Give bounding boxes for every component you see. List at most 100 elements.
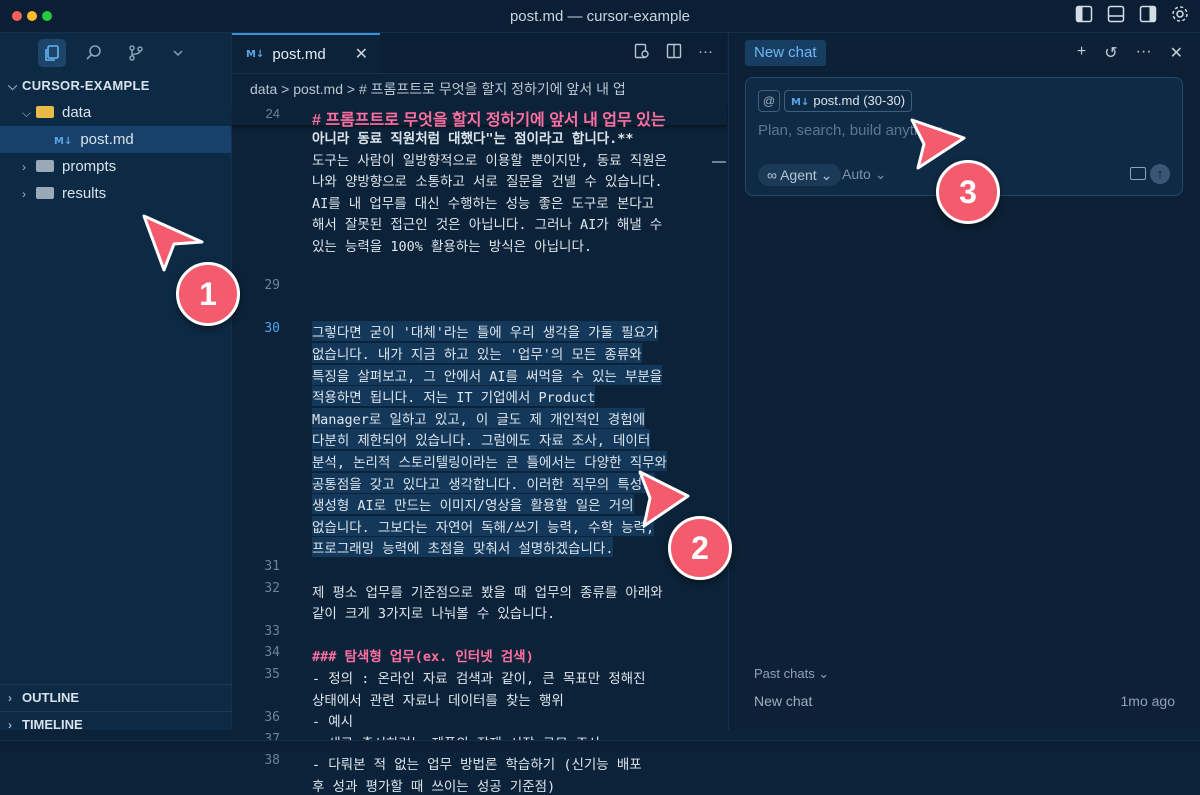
tab-label: post.md	[272, 45, 326, 63]
more-actions-icon[interactable]: ···	[698, 43, 713, 63]
line-number: 36	[264, 710, 280, 726]
annotation-marker-3: 3	[936, 160, 1000, 224]
tree-file-post-md[interactable]: M↓ post.md	[0, 126, 231, 153]
sticky-heading: # 프롬프트로 무엇을 할지 정하기에 앞서 내 업무 있는	[312, 112, 666, 129]
code-line-text: - 다뤄본 적 없는 업무 방법론 학습하기 (신기능 배포	[312, 757, 642, 774]
line-number: 31	[264, 559, 280, 574]
outline-label: OUTLINE	[22, 690, 80, 705]
tree-folder-results[interactable]: › results	[0, 180, 231, 207]
sticky-header: 24 # 프롬프트로 무엇을 할지 정하기에 앞서 내 업무 있는	[232, 103, 727, 129]
code-line-text: 도구는 사람이 일방향적으로 이용할 뿐이지만, 동료 직원은	[312, 152, 667, 169]
code-line-text: AI를 내 업무를 대신 수행하는 성능 좋은 도구로 본다고	[312, 195, 655, 212]
past-chat-title: New chat	[754, 693, 813, 709]
split-editor-icon[interactable]	[666, 43, 682, 63]
line-number: 33	[264, 623, 280, 639]
chevron-right-icon: ›	[22, 187, 26, 201]
code-line-text: 없습니다. 그보다는 자연어 독해/쓰기 능력, 수학 능력,	[312, 515, 655, 536]
open-folder-icon	[36, 106, 54, 118]
chevron-down-icon: ⌵	[8, 79, 18, 93]
code-line-text: 그렇다면 굳이 '대체'라는 틀에 우리 생각을 가둘 필요가	[312, 321, 659, 342]
context-file-pill[interactable]: M↓ post.md (30-30)	[784, 90, 913, 112]
close-panel-icon[interactable]: ✕	[1170, 43, 1183, 63]
code-line-text: 상태에서 관련 자료나 데이터를 찾는 행위	[312, 692, 564, 709]
close-tab-icon[interactable]: ✕	[355, 44, 368, 64]
editor-pane: M↓ post.md ✕ ··· data > post.md > # 프롬프트…	[232, 33, 727, 795]
timeline-section-header[interactable]: › TIMELINE	[0, 711, 239, 738]
annotation-marker-1: 1	[176, 262, 240, 326]
workspace-title: CURSOR-EXAMPLE	[22, 78, 150, 93]
code-line-text: 후 성과 평가할 때 쓰이는 성공 기준점)	[312, 779, 556, 795]
annotation-marker-2: 2	[668, 516, 732, 580]
add-chat-icon[interactable]: +	[1077, 43, 1086, 63]
breadcrumb[interactable]: data > post.md > # 프롬프트로 무엇을 할지 정하기에 앞서 …	[232, 74, 727, 104]
tree-item-label: results	[62, 185, 107, 202]
tree-item-label: data	[62, 104, 92, 121]
workspace-section-header[interactable]: ⌵ CURSOR-EXAMPLE	[0, 73, 231, 99]
markdown-file-icon: M↓	[246, 48, 265, 60]
tree-folder-prompts[interactable]: › prompts	[0, 153, 231, 180]
window-title: post.md — cursor-example	[509, 8, 691, 25]
timeline-label: TIMELINE	[22, 717, 83, 732]
code-line-text: 특징을 살펴보고, 그 안에서 AI를 써먹을 수 있는 부분을	[312, 364, 663, 385]
code-line-text: Manager로 일하고 있고, 이 글도 제 개인적인 경험에	[312, 407, 646, 428]
line-number: 24	[265, 106, 280, 121]
toggle-sidebar-icon[interactable]	[1074, 5, 1094, 25]
outline-section-header[interactable]: › OUTLINE	[0, 684, 239, 711]
tree-item-label: prompts	[62, 158, 117, 175]
code-line-text: 있는 능력을 100% 활용하는 방식은 아닙니다.	[312, 239, 592, 255]
code-line-text: 해서 잘못된 접근인 것은 아닙니다. 그러나 AI가 해낼 수	[312, 217, 663, 234]
code-line-text: 분석, 논리적 스토리텔링이라는 큰 틀에서는 다양한 직무와	[312, 451, 667, 471]
code-line-text: 공통점을 갖고 있다고 생각합니다. 이러한 직무의 특성상	[312, 472, 655, 493]
toggle-secondary-sidebar-icon[interactable]	[1138, 5, 1158, 25]
line-number: 32	[264, 580, 280, 596]
source-control-icon[interactable]	[122, 39, 150, 67]
model-selector[interactable]: Auto ⌄	[842, 166, 886, 183]
tab-new-chat[interactable]: New chat	[745, 40, 826, 66]
code-line-text: 같이 크게 3가지로 나눠볼 수 있습니다.	[312, 606, 556, 623]
code-line-text: 다분히 제한되어 있습니다. 그럼에도 자료 조사, 데이터	[312, 429, 651, 450]
code-line-text: 아니라 동료 직원처럼 대했다"는 점이라고 합니다.**	[312, 131, 634, 147]
agent-mode-selector[interactable]: ∞ Agent ⌄	[758, 164, 842, 186]
settings-gear-icon[interactable]	[1170, 5, 1190, 25]
chevron-down-icon: ⌵	[22, 106, 32, 120]
markdown-file-icon: M↓	[791, 97, 810, 108]
minimap-indicator	[712, 161, 726, 163]
tab-post-md[interactable]: M↓ post.md ✕	[232, 33, 380, 73]
code-line-text: ### 탐색형 업무(ex. 인터넷 검색)	[312, 649, 534, 666]
chevron-right-icon: ›	[22, 160, 26, 174]
line-number: 38	[264, 753, 280, 769]
search-icon[interactable]	[80, 39, 108, 67]
open-preview-icon[interactable]	[634, 43, 650, 63]
history-icon[interactable]: ↺	[1104, 43, 1117, 63]
tree-item-label: post.md	[80, 131, 134, 148]
past-chat-item[interactable]: New chat 1mo ago	[754, 693, 1175, 709]
code-line-text: 나와 양방향으로 소통하고 서로 질문을 건넬 수 있습니다.	[312, 174, 663, 191]
tree-folder-data[interactable]: ⌵ data	[0, 99, 231, 126]
chevron-down-icon[interactable]	[164, 39, 192, 67]
line-number: 34	[264, 645, 280, 661]
past-chat-time: 1mo ago	[1120, 693, 1175, 709]
editor-tab-bar: M↓ post.md ✕ ···	[232, 33, 727, 74]
toggle-panel-icon[interactable]	[1106, 5, 1126, 25]
code-line-text: 생성형 AI로 만드는 이미지/영상을 활용할 일은 거의	[312, 494, 634, 515]
line-number: 35	[264, 667, 280, 682]
code-line-text: - 예시	[312, 714, 354, 731]
add-context-button[interactable]: @	[758, 90, 780, 112]
folder-icon	[36, 160, 54, 172]
code-line-text: - 정의 : 온라인 자료 검색과 같이, 큰 목표만 정해진	[312, 671, 646, 687]
code-line-text: 적용하면 됩니다. 저는 IT 기업에서 Product	[312, 386, 596, 407]
explorer-icon[interactable]	[38, 39, 66, 67]
code-line-text: 없습니다. 내가 지금 하고 있는 '업무'의 모든 종류와	[312, 343, 642, 363]
folder-icon	[36, 187, 54, 199]
past-chats-toggle[interactable]: Past chats ⌄	[754, 666, 829, 682]
explorer-sidebar: ⌵ CURSOR-EXAMPLE ⌵ data M↓ post.md › prompts…	[0, 33, 239, 732]
markdown-file-icon: M↓	[54, 136, 73, 147]
send-button[interactable]: ↑	[1150, 164, 1170, 184]
code-line-text: 제 평소 업무를 기준점으로 봤을 때 업무의 종류를 아래와	[312, 584, 663, 601]
more-options-icon[interactable]: ···	[1136, 43, 1152, 63]
image-upload-icon[interactable]	[1130, 167, 1146, 180]
context-pill-label: post.md (30-30)	[813, 93, 906, 108]
code-line-text: 프로그래밍 능력에 초점을 맞춰서 설명하겠습니다.	[312, 537, 614, 558]
status-bar	[0, 740, 1200, 751]
line-number: 30	[264, 321, 280, 337]
